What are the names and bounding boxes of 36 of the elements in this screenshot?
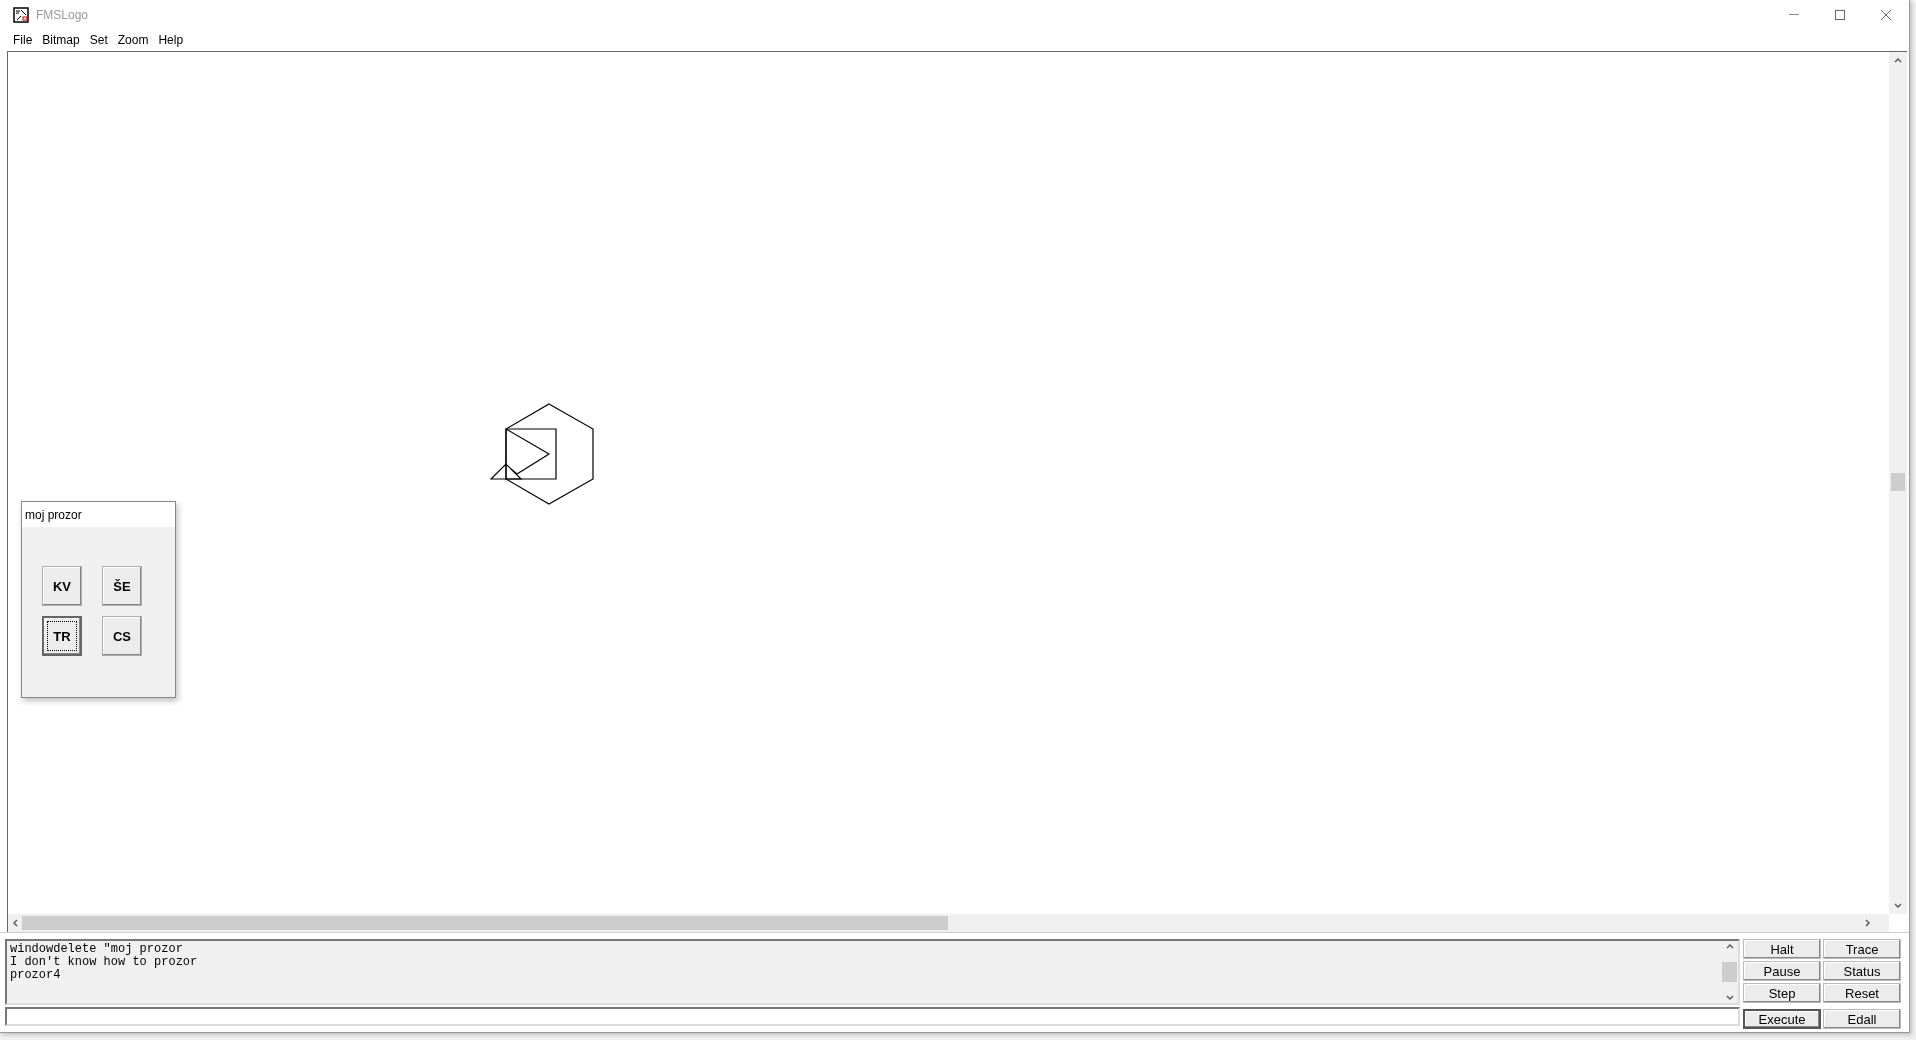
scroll-left-icon[interactable] bbox=[12, 919, 18, 927]
app-icon bbox=[13, 6, 29, 23]
menu-item[interactable]: Help bbox=[153, 33, 189, 47]
commander-button[interactable]: Edall bbox=[1823, 1009, 1901, 1029]
scrollbar[interactable] bbox=[1721, 941, 1738, 1003]
commander-button[interactable]: Execute bbox=[1743, 1009, 1821, 1029]
dialog-title: moj prozor bbox=[22, 502, 175, 527]
vertical-scrollbar[interactable] bbox=[1889, 52, 1907, 914]
commander-button[interactable]: Step bbox=[1743, 983, 1821, 1003]
commander-button[interactable]: Pause bbox=[1743, 961, 1821, 981]
dialog-button[interactable]: KV bbox=[42, 566, 82, 606]
menu-item[interactable]: Zoom bbox=[112, 33, 154, 47]
scroll-thumb[interactable] bbox=[1891, 473, 1905, 491]
dialog-button[interactable]: TR bbox=[42, 616, 82, 656]
commander-button[interactable]: Reset bbox=[1823, 983, 1901, 1003]
scroll-thumb[interactable] bbox=[1722, 962, 1737, 982]
horizontal-scrollbar[interactable] bbox=[8, 914, 1889, 932]
scroll-up-icon[interactable] bbox=[1725, 943, 1734, 949]
output-line: prozor4 bbox=[10, 969, 62, 982]
output-line: I don't know how to prozor bbox=[10, 956, 199, 969]
scroll-down-icon[interactable] bbox=[1725, 995, 1734, 1001]
dialog-button[interactable]: CS bbox=[102, 616, 142, 656]
menu-item[interactable]: Set bbox=[84, 33, 113, 47]
commander-button[interactable]: Trace bbox=[1823, 939, 1901, 959]
menu-item[interactable]: Bitmap bbox=[37, 33, 85, 47]
commander-button[interactable]: Halt bbox=[1743, 939, 1821, 959]
input-field[interactable] bbox=[5, 1007, 1740, 1026]
scroll-down-icon[interactable] bbox=[1894, 903, 1902, 909]
dialog-button[interactable]: ŠE bbox=[102, 566, 142, 606]
output-line: windowdelete "moj prozor bbox=[10, 943, 184, 956]
commander-button[interactable]: Status bbox=[1823, 961, 1901, 981]
scroll-thumb[interactable] bbox=[22, 916, 948, 930]
window-title: FMSLogo bbox=[36, 7, 90, 22]
menu-item[interactable]: File bbox=[8, 33, 38, 47]
scroll-right-icon[interactable] bbox=[1865, 919, 1871, 927]
scroll-up-icon[interactable] bbox=[1894, 57, 1902, 63]
